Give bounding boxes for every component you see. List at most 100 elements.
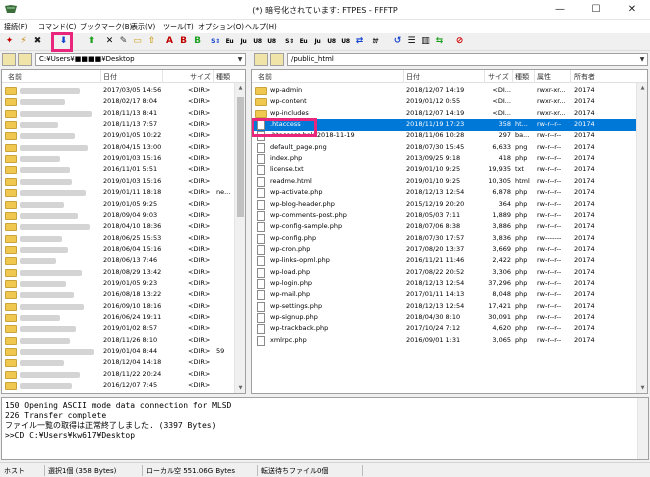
remote-list-item[interactable]: wp-blog-header.php 2015/12/19 20:20 364 php… <box>252 199 647 211</box>
remote-folder-icon[interactable] <box>254 53 268 66</box>
local-list-item[interactable]: 2019/01/03 15:16 <DIR> <box>2 176 245 188</box>
remote-col-type[interactable]: 種類 <box>515 72 529 82</box>
minimize-button[interactable]: — <box>542 0 578 20</box>
local-scroll-up-icon[interactable]: ▲ <box>235 83 245 93</box>
local-list-item[interactable]: 2016/09/10 18:16 <DIR> <box>2 301 245 313</box>
quick-connect-icon[interactable]: ⚡ <box>17 35 30 48</box>
parent-dir-icon[interactable]: ⇧ <box>145 35 158 48</box>
remote-col-owner[interactable]: 所有者 <box>574 72 595 82</box>
remote-list-item[interactable]: wp-activate.php 2018/12/13 12:54 6,878 php r… <box>252 187 647 199</box>
local-list-item[interactable]: 2018/06/13 7:46 <DIR> <box>2 255 245 267</box>
local-list-item[interactable]: 2019/01/11 18:18 <DIR> ne... <box>2 187 245 199</box>
local-list-item[interactable]: 2019/01/02 8:57 <DIR> <box>2 323 245 335</box>
remote-list-item[interactable]: wp-mail.php 2017/01/11 14:13 8,048 php rw-r-… <box>252 289 647 301</box>
remote-list-item[interactable]: wp-cron.php 2017/08/20 13:37 3,669 php rw-r-… <box>252 244 647 256</box>
remote-file-list[interactable]: 名前 日付 サイズ 種類 属性 所有者 wp-admin 2018/12/07 1… <box>251 69 648 394</box>
remote-path-dropdown-icon[interactable]: ▼ <box>637 53 647 66</box>
local-list-item[interactable]: 2018/11/26 8:10 <DIR> <box>2 335 245 347</box>
binary-B-icon[interactable]: B <box>177 35 190 48</box>
menu-bookmark[interactable]: ブックマーク(B) <box>80 22 132 32</box>
kana-sjis-icon[interactable]: S⇕ <box>283 35 296 48</box>
menu-options[interactable]: オプション(O) <box>198 22 244 32</box>
local-list-item[interactable]: 2018/09/04 9:03 <DIR> <box>2 210 245 222</box>
stop-icon[interactable]: ⊘ <box>453 35 466 48</box>
local-parent-folder-icon[interactable] <box>18 53 32 66</box>
local-path-dropdown-icon[interactable]: ▼ <box>235 53 245 66</box>
local-list-item[interactable]: 2018/04/15 13:00 <DIR> <box>2 142 245 154</box>
remote-list-item[interactable]: wp-config.php 2018/07/30 17:57 3,836 php rw-… <box>252 233 647 245</box>
local-list-item[interactable]: 2016/08/18 13:22 <DIR> <box>2 289 245 301</box>
remote-scroll-up-icon[interactable]: ▲ <box>637 83 647 93</box>
menu-tools[interactable]: ツール(T) <box>163 22 194 32</box>
local-list-item[interactable]: 2016/06/24 19:11 <DIR> <box>2 312 245 324</box>
maximize-button[interactable]: ☐ <box>578 0 614 20</box>
local-scroll-thumb[interactable] <box>237 97 244 217</box>
menu-help[interactable]: ヘルプ(H) <box>245 22 277 32</box>
kanji-utf8bom-icon[interactable]: U8 <box>265 35 278 48</box>
close-button[interactable]: ✕ <box>614 0 650 20</box>
remote-list-item[interactable]: wp-comments-post.php 2018/05/03 7:11 1,889… <box>252 210 647 222</box>
local-list-item[interactable]: 2019/01/04 8:44 <DIR> 59 <box>2 346 245 358</box>
log-panel[interactable]: 150 Opening ASCII mode data connection f… <box>1 397 649 460</box>
local-list-item[interactable]: 2019/01/05 9:23 <DIR> <box>2 278 245 290</box>
local-list-item[interactable]: 2018/06/25 15:53 <DIR> <box>2 233 245 245</box>
kanji-sjis-icon[interactable]: S⇕ <box>209 35 222 48</box>
remote-list-item[interactable]: default_page.png 2018/07/30 15:45 6,633 png… <box>252 142 647 154</box>
local-col-name[interactable]: 名前 <box>8 72 22 82</box>
remote-parent-folder-icon[interactable] <box>270 53 284 66</box>
remote-list-item[interactable]: wp-links-opml.php 2016/11/21 11:46 2,422 ph… <box>252 255 647 267</box>
local-scrollbar[interactable]: ▲ ▼ <box>234 83 245 393</box>
remote-list-item[interactable]: xmlrpc.php 2016/09/01 1:31 3,065 php rw-r--r… <box>252 335 647 347</box>
remote-list-item[interactable]: wp-content 2019/01/12 0:55 <DI... rwxr-xr..… <box>252 96 647 108</box>
kanji-utf8-icon[interactable]: U8 <box>251 35 264 48</box>
local-list-item[interactable]: 2018/02/17 8:04 <DIR> <box>2 96 245 108</box>
local-list-item[interactable]: 2018/11/13 7:57 <DIR> <box>2 119 245 131</box>
local-list-item[interactable]: 2018/11/13 8:41 <DIR> <box>2 108 245 120</box>
binary-M-icon[interactable]: B <box>191 35 204 48</box>
local-col-date[interactable]: 日付 <box>103 72 117 82</box>
remote-list-item[interactable]: license.txt 2019/01/10 9:25 19,935 txt rw-r-… <box>252 164 647 176</box>
detail-view-icon[interactable]: ▥ <box>419 35 432 48</box>
remote-col-attr[interactable]: 属性 <box>537 72 551 82</box>
delete-icon[interactable]: ✕ <box>103 35 116 48</box>
local-list-item[interactable]: 2018/04/10 18:36 <DIR> <box>2 221 245 233</box>
sync-icon[interactable]: ⇆ <box>433 35 446 48</box>
local-list-item[interactable]: 2019/01/05 9:25 <DIR> <box>2 199 245 211</box>
rename-icon[interactable]: ✎ <box>117 35 130 48</box>
kana-hankaku-icon[interactable]: ⇄ <box>353 35 366 48</box>
remote-list-item[interactable]: wp-trackback.php 2017/10/24 7:12 4,620 php r… <box>252 323 647 335</box>
half-kana-icon[interactable]: ｶﾅ <box>369 35 382 48</box>
remote-list-item[interactable]: wp-load.php 2017/08/22 20:52 3,306 php rw-r-… <box>252 267 647 279</box>
local-list-item[interactable]: 2018/11/22 20:24 <DIR> <box>2 369 245 381</box>
local-file-list[interactable]: 名前 日付 サイズ 種類 2017/03/05 14:56 <DIR> 2018/0… <box>1 69 246 394</box>
binary-A-icon[interactable]: A <box>163 35 176 48</box>
remote-list-item[interactable]: wp-login.php 2018/12/13 12:54 37,296 php rw-… <box>252 278 647 290</box>
menu-connect[interactable]: 接続(F) <box>4 22 28 32</box>
local-list-item[interactable]: 2017/03/05 14:56 <DIR> <box>2 85 245 97</box>
local-list-item[interactable]: 2019/01/03 15:16 <DIR> <box>2 153 245 165</box>
remote-col-date[interactable]: 日付 <box>406 72 420 82</box>
local-path-input[interactable]: C:¥Users¥■■■■¥Desktop <box>35 53 246 66</box>
kana-euc-icon[interactable]: Eu <box>297 35 310 48</box>
kana-jis-icon[interactable]: Ju <box>311 35 324 48</box>
local-list-item[interactable]: 2018/06/13 7:25 <DIR> <box>2 391 245 393</box>
menu-view[interactable]: 表示(V) <box>131 22 155 32</box>
remote-list-item[interactable]: wp-signup.php 2018/04/30 8:10 30,091 php rw-… <box>252 312 647 324</box>
local-list-item[interactable]: 2016/11/01 5:51 <DIR> <box>2 164 245 176</box>
local-list-item[interactable]: 2018/06/04 15:16 <DIR> <box>2 244 245 256</box>
remote-list-item[interactable]: wp-config-sample.php 2018/07/06 8:38 3,886… <box>252 221 647 233</box>
kana-utf8-icon[interactable]: U8 <box>325 35 338 48</box>
remote-list-item[interactable]: index.php 2013/09/25 9:18 418 php rw-r--r-- 2… <box>252 153 647 165</box>
local-scroll-down-icon[interactable]: ▼ <box>235 383 245 393</box>
remote-scroll-down-icon[interactable]: ▼ <box>637 383 647 393</box>
menu-command[interactable]: コマンド(C) <box>38 22 76 32</box>
remote-list-item[interactable]: readme.html 2019/01/10 9:25 10,305 html rw-r… <box>252 176 647 188</box>
local-list-item[interactable]: 2019/01/05 10:22 <DIR> <box>2 130 245 142</box>
refresh-icon[interactable]: ↺ <box>391 35 404 48</box>
kana-utf8bom-icon[interactable]: U8 <box>339 35 352 48</box>
connect-icon[interactable]: ✦ <box>3 35 16 48</box>
remote-path-input[interactable]: /public_html <box>287 53 648 66</box>
local-col-size[interactable]: サイズ <box>190 72 211 82</box>
remote-col-size[interactable]: サイズ <box>488 72 509 82</box>
disconnect-icon[interactable]: ✖ <box>31 35 44 48</box>
